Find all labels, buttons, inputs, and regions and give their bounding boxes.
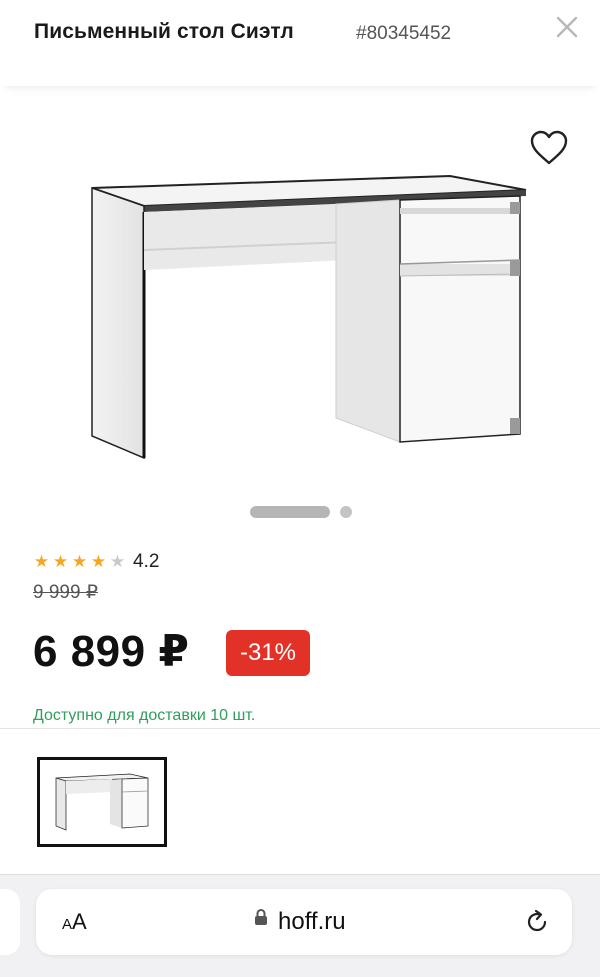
address-bar[interactable]: AA hoff.ru <box>36 889 572 955</box>
close-icon[interactable] <box>552 12 582 42</box>
star-empty-icon: ★ <box>109 552 126 571</box>
current-price: 6 899 ₽ <box>33 627 190 676</box>
star-icon: ★ <box>71 552 88 571</box>
product-rating[interactable]: ★ ★ ★ ★ ★ 4.2 <box>32 550 160 574</box>
old-price: 9 999 ₽ <box>33 582 98 603</box>
pager-dot[interactable] <box>340 506 352 518</box>
lock-icon <box>254 889 268 955</box>
rating-stars: ★ ★ ★ ★ ★ <box>32 550 127 574</box>
star-icon: ★ <box>33 552 50 571</box>
availability-status: Доступно для доставки 10 шт. <box>33 707 256 724</box>
previous-tab[interactable] <box>0 889 20 955</box>
star-icon: ★ <box>52 552 69 571</box>
url-text: hoff.ru <box>278 908 346 935</box>
discount-badge: -31% <box>226 630 310 676</box>
rating-value: 4.2 <box>133 551 160 572</box>
section-divider <box>0 728 600 729</box>
star-icon: ★ <box>90 552 107 571</box>
product-header: Письменный стол Сиэтл #80345452 <box>0 0 600 86</box>
reload-icon[interactable] <box>522 907 552 937</box>
browser-toolbar: AA hoff.ru <box>0 874 600 977</box>
thumbnail-selected[interactable] <box>37 757 167 847</box>
reader-settings-button[interactable]: AA <box>62 889 87 958</box>
product-image[interactable] <box>70 160 540 480</box>
product-sku: #80345452 <box>356 23 452 44</box>
product-title: Письменный стол Сиэтл <box>34 20 294 43</box>
pager-dot-active[interactable] <box>250 506 330 518</box>
url-display[interactable]: hoff.ru <box>254 889 346 955</box>
